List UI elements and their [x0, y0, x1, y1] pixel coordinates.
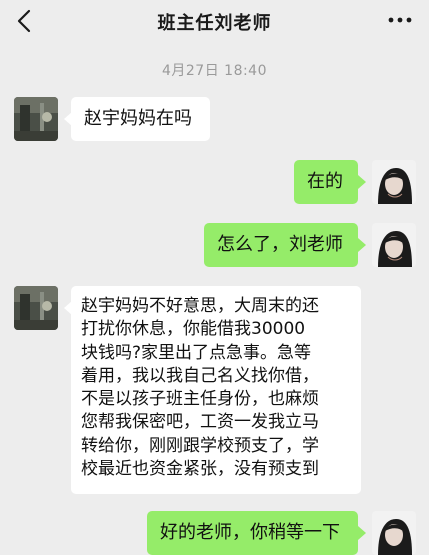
message-bubble-sent[interactable]: 在的 — [294, 160, 358, 204]
my-avatar[interactable] — [372, 160, 416, 204]
message-bubble-sent[interactable]: 好的老师，你稍等一下 — [147, 511, 358, 555]
my-avatar-image — [372, 223, 416, 267]
teacher-avatar[interactable] — [14, 286, 58, 330]
more-button[interactable] — [385, 10, 415, 30]
message-timestamp: 4月27日 18:40 — [161, 63, 268, 79]
message-bubble-received[interactable]: 赵宇妈妈不好意思，大周末的还 打扰你休息，你能借我30000 块钱吗?家里出了点… — [71, 286, 361, 494]
message-bubble-received[interactable]: 赵宇妈妈在吗 — [71, 97, 210, 141]
my-avatar-image — [372, 511, 416, 555]
bubble-tail — [358, 526, 366, 540]
more-dots-icon — [388, 17, 412, 23]
teacher-avatar[interactable] — [14, 97, 58, 141]
message-bubble-sent[interactable]: 怎么了，刘老师 — [204, 223, 358, 267]
my-avatar-image — [372, 160, 416, 204]
teacher-avatar-image — [14, 97, 58, 141]
bubble-tail — [358, 175, 366, 189]
chat-title: 班主任刘老师 — [157, 13, 272, 34]
chat-header: 班主任刘老师 — [0, 0, 429, 44]
bubble-tail — [358, 238, 366, 252]
my-avatar[interactable] — [372, 511, 416, 555]
teacher-avatar-image — [14, 286, 58, 330]
my-avatar[interactable] — [372, 223, 416, 267]
